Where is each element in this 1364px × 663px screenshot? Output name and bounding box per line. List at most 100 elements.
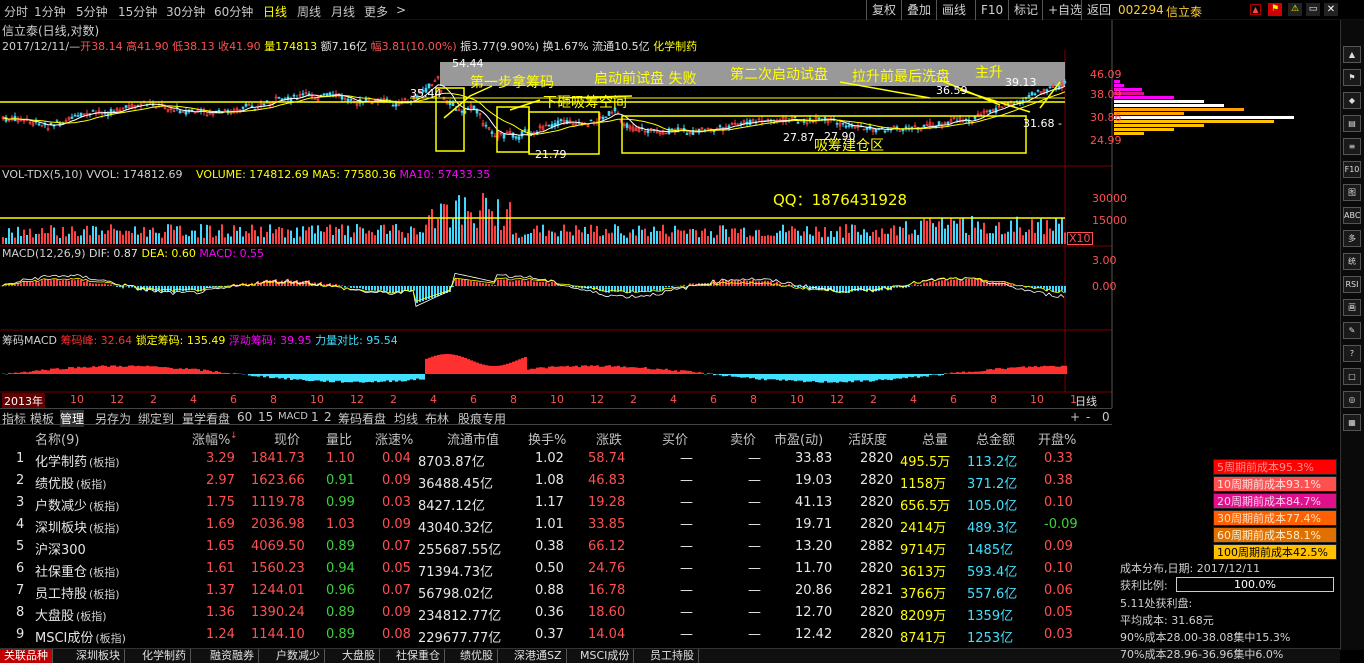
sidebar-tool-icon[interactable]: ◎ [1343,391,1361,408]
table-row[interactable]: 5 沪深300 1.65 4069.50 0.89 0.07 255687.55亿 0.38 6… [0,536,1110,558]
th-change-pct[interactable]: 涨幅% [192,429,230,448]
th-ask[interactable]: 卖价 [730,429,756,448]
price-mark-low: 21.79 [535,148,567,161]
chip-bar [899,374,902,379]
sidebar-tool-icon[interactable]: F10 [1343,161,1361,178]
bottom-tab[interactable]: 化学制药 [138,649,191,663]
bottom-tab[interactable]: 关联品种 [0,649,53,663]
strip-chip-view[interactable]: 筹码看盘 [338,410,386,427]
period-tab-daily[interactable]: 日线 [263,3,287,20]
draw-button[interactable]: 画线 [936,0,971,20]
th-speed[interactable]: 涨速% [375,429,413,448]
th-market-cap[interactable]: 流通市值 [447,429,499,448]
alert-icon[interactable]: ▲ [1250,4,1261,15]
warning-icon[interactable]: ⚠ [1288,3,1302,16]
f10-button[interactable]: F10 [975,0,1008,20]
th-open-pct[interactable]: 开盘% [1038,429,1076,448]
period-tab-weekly[interactable]: 周线 [297,3,321,20]
sidebar-tool-icon[interactable]: ? [1343,345,1361,362]
period-tab-30min[interactable]: 30分钟 [166,3,205,20]
chevron-right-icon[interactable]: > [396,3,406,17]
table-row[interactable]: 9 MSCI成份 (板指) 1.24 1144.10 0.89 0.08 229677.77亿… [0,624,1110,646]
bottom-tab[interactable]: 绩优股 [456,649,498,663]
sidebar-tool-icon[interactable]: ◆ [1343,92,1361,109]
close-icon[interactable]: ✕ [1324,3,1338,16]
overlay-button[interactable]: 叠加 [901,0,936,20]
zoom-in-button[interactable]: + [1070,410,1080,424]
sidebar-tool-icon[interactable]: RSI [1343,276,1361,293]
th-diff[interactable]: 涨跌 [596,429,622,448]
th-total-vol[interactable]: 总量 [922,429,948,448]
table-row[interactable]: 4 深圳板块 (板指) 1.69 2036.98 1.03 0.09 43040.32亿 1.0… [0,514,1110,536]
period-tab-monthly[interactable]: 月线 [331,3,355,20]
strip-2[interactable]: 2 [324,410,332,424]
sidebar-tool-icon[interactable]: 统 [1343,253,1361,270]
restore-icon[interactable]: ▭ [1306,3,1320,16]
bottom-tab[interactable]: 深圳板块 [72,649,125,663]
mark-button[interactable]: 标记 [1008,0,1043,20]
th-pe[interactable]: 市盈(动) [774,429,823,448]
period-tab-60min[interactable]: 60分钟 [214,3,253,20]
strip-quant-view[interactable]: 量学看盘 [182,410,230,427]
sidebar-tool-icon[interactable]: ▦ [1343,414,1361,431]
strip-boll[interactable]: 布林 [425,410,449,427]
table-row[interactable]: 1 化学制药 (板指) 3.29 1841.73 1.10 0.04 8703.87亿 1.02… [0,448,1110,470]
th-price[interactable]: 现价 [274,429,300,448]
zoom-reset-button[interactable]: 0 [1102,410,1110,424]
table-row[interactable]: 7 员工持股 (板指) 1.37 1244.01 0.96 0.07 56798.02亿 0.8… [0,580,1110,602]
chip-bar [1043,365,1046,374]
strip-manage[interactable]: 管理 [60,410,85,427]
cell-no: 5 [16,539,25,554]
bottom-tab[interactable]: 员工持股 [646,649,699,663]
th-vol-ratio[interactable]: 量比 [326,429,352,448]
sidebar-tool-icon[interactable]: ⚑ [1343,69,1361,86]
th-bid[interactable]: 买价 [662,429,688,448]
flag-icon[interactable]: ⚑ [1268,3,1282,16]
table-row[interactable]: 6 社保重仓 (板指) 1.61 1560.23 0.94 0.05 71394.73亿 0.5… [0,558,1110,580]
table-row[interactable]: 8 大盘股 (板指) 1.36 1390.24 0.89 0.09 234812.77亿 0.3… [0,602,1110,624]
strip-60[interactable]: 60 [237,410,252,424]
strip-trace[interactable]: 股痕专用 [458,410,506,427]
zoom-out-button[interactable]: - [1086,410,1090,424]
sidebar-tool-icon[interactable]: □ [1343,368,1361,385]
strip-indicator[interactable]: 指标 [2,410,26,427]
adjust-button[interactable]: 复权 [866,0,901,20]
bottom-tab[interactable]: 大盘股 [338,649,380,663]
strip-bind[interactable]: 绑定到 [138,410,174,427]
bottom-tab[interactable]: 户数减少 [272,649,325,663]
volume-bar [686,233,688,244]
sidebar-tool-icon[interactable]: ≡ [1343,138,1361,155]
sidebar-tool-icon[interactable]: ▲ [1343,46,1361,63]
strip-1[interactable]: 1 [311,410,319,424]
sidebar-tool-icon[interactable]: 图 [1343,184,1361,201]
back-button[interactable]: 返回 [1081,0,1116,20]
bottom-tab[interactable]: MSCI成份 [576,649,635,663]
strip-template[interactable]: 模板 [30,410,54,427]
period-tab-5min[interactable]: 5分钟 [76,3,108,20]
volume-bar [137,234,139,244]
sidebar-tool-icon[interactable]: ▤ [1343,115,1361,132]
cell-name: MSCI成份 (板指) [35,631,126,646]
table-row[interactable]: 3 户数减少 (板指) 1.75 1119.78 0.99 0.03 8427.12亿 1.17… [0,492,1110,514]
strip-15[interactable]: 15 [258,410,273,424]
th-total-amt[interactable]: 总金额 [976,429,1015,448]
strip-save-as[interactable]: 另存为 [95,410,131,427]
period-tab-15min[interactable]: 15分钟 [118,3,157,20]
bottom-tab[interactable]: 深港通SZ [510,649,567,663]
period-tab-1min[interactable]: 1分钟 [34,3,66,20]
bottom-tab[interactable]: 社保重仓 [392,649,445,663]
sidebar-tool-icon[interactable]: 画 [1343,299,1361,316]
volume-bar [350,237,352,244]
table-row[interactable]: 2 绩优股 (板指) 2.97 1623.66 0.91 0.09 36488.45亿 1.08… [0,470,1110,492]
sidebar-tool-icon[interactable]: ABC [1343,207,1361,224]
bottom-tab[interactable]: 融资融券 [206,649,259,663]
sidebar-tool-icon[interactable]: ✎ [1343,322,1361,339]
sidebar-tool-icon[interactable]: 多 [1343,230,1361,247]
th-turnover[interactable]: 换手% [528,429,566,448]
strip-ma[interactable]: 均线 [394,410,418,427]
th-activity[interactable]: 活跃度 [848,429,887,448]
strip-macd[interactable]: MACD [278,411,308,422]
period-tab-more[interactable]: 更多 [364,3,388,20]
period-tab-fenshi[interactable]: 分时 [4,3,28,20]
th-name[interactable]: 名称(9) [35,429,79,448]
